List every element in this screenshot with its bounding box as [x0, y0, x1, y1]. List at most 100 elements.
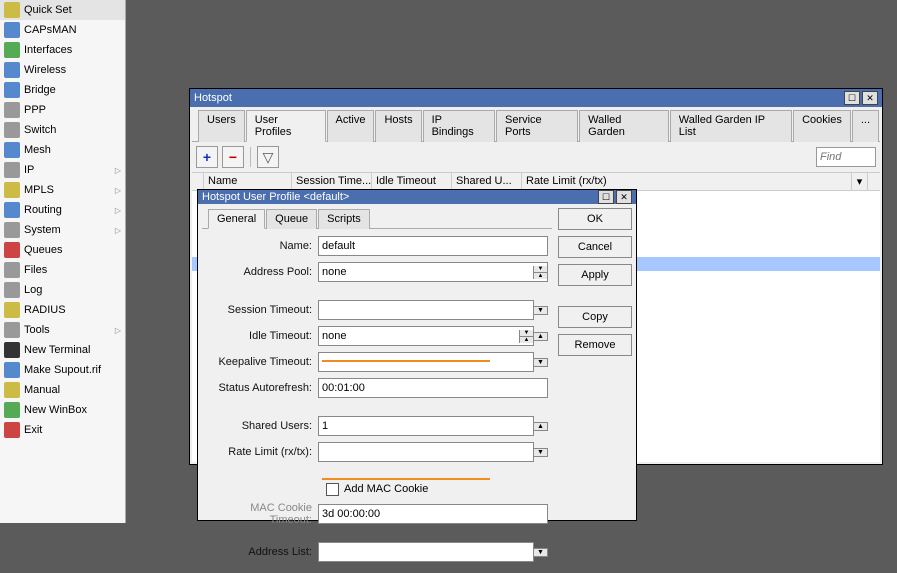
sidebar-item-label: Quick Set	[24, 4, 72, 16]
session-timeout-expand-icon[interactable]: ▼	[534, 306, 548, 315]
tab--[interactable]: ...	[852, 110, 879, 142]
sidebar-item-system[interactable]: System ▷	[0, 220, 125, 240]
tab-active[interactable]: Active	[327, 110, 375, 142]
find-input[interactable]	[816, 147, 876, 167]
column-header[interactable]: Session Time...	[292, 173, 372, 190]
idle-timeout-select[interactable]: none▼▲	[318, 326, 534, 346]
session-timeout-input[interactable]	[318, 300, 534, 320]
sidebar-item-label: System	[24, 224, 61, 236]
log-icon	[4, 282, 20, 298]
tab-user-profiles[interactable]: User Profiles	[246, 110, 326, 142]
address-pool-label: Address Pool:	[206, 266, 318, 278]
address-list-expand-icon[interactable]: ▼	[534, 548, 548, 557]
add-button[interactable]: +	[196, 146, 218, 168]
sidebar-item-mesh[interactable]: Mesh	[0, 140, 125, 160]
remove-profile-button[interactable]: Remove	[558, 334, 632, 356]
add-mac-cookie-checkbox[interactable]	[326, 483, 339, 496]
sidebar-item-ip[interactable]: IP▷	[0, 160, 125, 180]
sidebar-item-mpls[interactable]: MPLS ▷	[0, 180, 125, 200]
address-pool-dropdown-icon[interactable]: ▼	[534, 266, 547, 273]
wireless-icon	[4, 62, 20, 78]
shared-users-input[interactable]: 1	[318, 416, 534, 436]
tab-cookies[interactable]: Cookies	[793, 110, 851, 142]
column-header[interactable]	[192, 173, 204, 190]
keepalive-timeout-label: Keepalive Timeout:	[206, 356, 318, 368]
dialog-close-button[interactable]: ✕	[616, 190, 632, 204]
column-header[interactable]: Rate Limit (rx/tx)	[522, 173, 852, 190]
apply-button[interactable]: Apply	[558, 264, 632, 286]
mpls-icon	[4, 182, 20, 198]
sidebar-item-tools[interactable]: Tools▷	[0, 320, 125, 340]
sidebar-item-switch[interactable]: Switch	[0, 120, 125, 140]
idle-timeout-up-icon[interactable]: ▲	[520, 337, 533, 343]
name-input[interactable]: default	[318, 236, 548, 256]
status-autorefresh-label: Status Autorefresh:	[206, 382, 318, 394]
column-header[interactable]: Name	[204, 173, 292, 190]
sidebar-item-new-terminal[interactable]: New Terminal	[0, 340, 125, 360]
address-pool-select[interactable]: none▼▲	[318, 262, 548, 282]
keepalive-timeout-input[interactable]	[318, 352, 534, 372]
sidebar-item-ppp[interactable]: PPP	[0, 100, 125, 120]
sidebar-item-manual[interactable]: Manual	[0, 380, 125, 400]
routing-icon	[4, 202, 20, 218]
chevron-right-icon: ▷	[115, 186, 121, 195]
address-list-input[interactable]	[318, 542, 534, 562]
remove-button[interactable]: −	[222, 146, 244, 168]
sidebar-item-make-supout-rif[interactable]: Make Supout.rif	[0, 360, 125, 380]
address-pool-up-icon[interactable]: ▲	[534, 273, 547, 279]
profile-tab-scripts[interactable]: Scripts	[318, 209, 370, 229]
sidebar-item-quick-set[interactable]: Quick Set	[0, 0, 125, 20]
profile-buttons: OK Cancel Apply Copy Remove	[552, 208, 632, 569]
profile-left: GeneralQueueScripts Name: default Addres…	[202, 208, 552, 569]
chevron-right-icon: ▷	[115, 226, 121, 235]
mac-cookie-timeout-input[interactable]: 3d 00:00:00	[318, 504, 548, 524]
profile-tab-general[interactable]: General	[208, 209, 265, 229]
sidebar-item-queues[interactable]: Queues	[0, 240, 125, 260]
sidebar-item-capsman[interactable]: CAPsMAN	[0, 20, 125, 40]
profile-tab-queue[interactable]: Queue	[266, 209, 317, 229]
column-header[interactable]: Shared U...	[452, 173, 522, 190]
tab-service-ports[interactable]: Service Ports	[496, 110, 578, 142]
close-button[interactable]: ✕	[862, 91, 878, 105]
column-menu-icon[interactable]: ▾	[852, 173, 868, 190]
tab-ip-bindings[interactable]: IP Bindings	[423, 110, 495, 142]
sidebar-item-exit[interactable]: Exit	[0, 420, 125, 440]
sidebar-item-radius[interactable]: RADIUS	[0, 300, 125, 320]
hotspot-title: Hotspot	[194, 92, 842, 104]
winbox-icon	[4, 402, 20, 418]
tab-hosts[interactable]: Hosts	[375, 110, 421, 142]
queues-icon	[4, 242, 20, 258]
chevron-right-icon: ▷	[115, 206, 121, 215]
rate-limit-input[interactable]	[318, 442, 534, 462]
cancel-button[interactable]: Cancel	[558, 236, 632, 258]
sidebar-item-log[interactable]: Log	[0, 280, 125, 300]
sidebar-item-label: Wireless	[24, 64, 66, 76]
sidebar-item-interfaces[interactable]: Interfaces	[0, 40, 125, 60]
keepalive-timeout-expand-icon[interactable]: ▼	[534, 358, 548, 367]
sidebar-item-new-winbox[interactable]: New WinBox	[0, 400, 125, 420]
minimize-button[interactable]: ☐	[844, 91, 860, 105]
profile-titlebar: Hotspot User Profile <default> ☐ ✕	[198, 190, 636, 204]
filter-button[interactable]: ▽	[257, 146, 279, 168]
tab-walled-garden[interactable]: Walled Garden	[579, 110, 669, 142]
tab-walled-garden-ip-list[interactable]: Walled Garden IP List	[670, 110, 792, 142]
idle-timeout-expand-icon[interactable]: ▲	[534, 332, 548, 341]
profile-tabs: GeneralQueueScripts	[202, 208, 552, 229]
sidebar-item-label: Manual	[24, 384, 60, 396]
copy-button[interactable]: Copy	[558, 306, 632, 328]
sidebar-item-files[interactable]: Files	[0, 260, 125, 280]
ok-button[interactable]: OK	[558, 208, 632, 230]
status-autorefresh-input[interactable]: 00:01:00	[318, 378, 548, 398]
rate-limit-expand-icon[interactable]: ▼	[534, 448, 548, 457]
sidebar-item-wireless[interactable]: Wireless	[0, 60, 125, 80]
sidebar-item-label: PPP	[24, 104, 46, 116]
idle-timeout-dropdown-icon[interactable]: ▼	[520, 330, 533, 337]
sidebar-item-routing[interactable]: Routing▷	[0, 200, 125, 220]
dialog-minimize-button[interactable]: ☐	[598, 190, 614, 204]
sidebar-item-label: RADIUS	[24, 304, 66, 316]
tab-users[interactable]: Users	[198, 110, 245, 142]
sidebar-item-bridge[interactable]: Bridge	[0, 80, 125, 100]
column-header[interactable]: Idle Timeout	[372, 173, 452, 190]
sidebar-item-label: MPLS	[24, 184, 54, 196]
shared-users-expand-icon[interactable]: ▲	[534, 422, 548, 431]
